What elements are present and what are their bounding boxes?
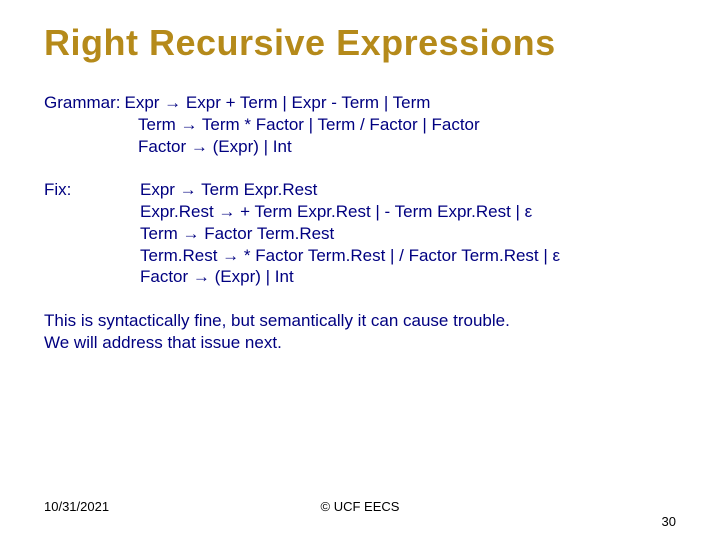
grammar-rule-2: Term → Term * Factor | Term / Factor | F… <box>44 114 676 136</box>
note-block: This is syntactically fine, but semantic… <box>44 310 676 354</box>
grammar-block: Grammar:Expr → Expr + Term | Expr - Term… <box>44 92 676 157</box>
fix-rule-3: Term → Factor Term.Rest <box>140 223 560 245</box>
slide-footer: 10/31/2021 © UCF EECS 30 <box>0 499 720 514</box>
grammar-rule-3: Factor → (Expr) | Int <box>44 136 676 158</box>
note-line-2: We will address that issue next. <box>44 332 676 354</box>
grammar-label: Grammar: <box>44 92 121 114</box>
grammar-rule-1: Expr → Expr + Term | Expr - Term | Term <box>125 93 431 112</box>
slide: Right Recursive Expressions Grammar:Expr… <box>0 0 720 540</box>
fix-block: Fix: Expr → Term Expr.Rest Expr.Rest → +… <box>44 179 676 288</box>
fix-rule-5: Factor → (Expr) | Int <box>140 266 560 288</box>
fix-rule-4: Term.Rest → * Factor Term.Rest | / Facto… <box>140 245 560 267</box>
grammar-line-1: Grammar:Expr → Expr + Term | Expr - Term… <box>44 92 676 114</box>
footer-page-number: 30 <box>662 514 676 529</box>
fix-label: Fix: <box>44 179 140 201</box>
fix-rule-1: Expr → Term Expr.Rest <box>140 179 560 201</box>
note-line-1: This is syntactically fine, but semantic… <box>44 310 676 332</box>
fix-rule-2: Expr.Rest → + Term Expr.Rest | - Term Ex… <box>140 201 560 223</box>
slide-body: Grammar:Expr → Expr + Term | Expr - Term… <box>44 92 676 354</box>
slide-title: Right Recursive Expressions <box>44 22 676 64</box>
fix-rules: Expr → Term Expr.Rest Expr.Rest → + Term… <box>140 179 560 288</box>
footer-date: 10/31/2021 <box>44 499 109 514</box>
